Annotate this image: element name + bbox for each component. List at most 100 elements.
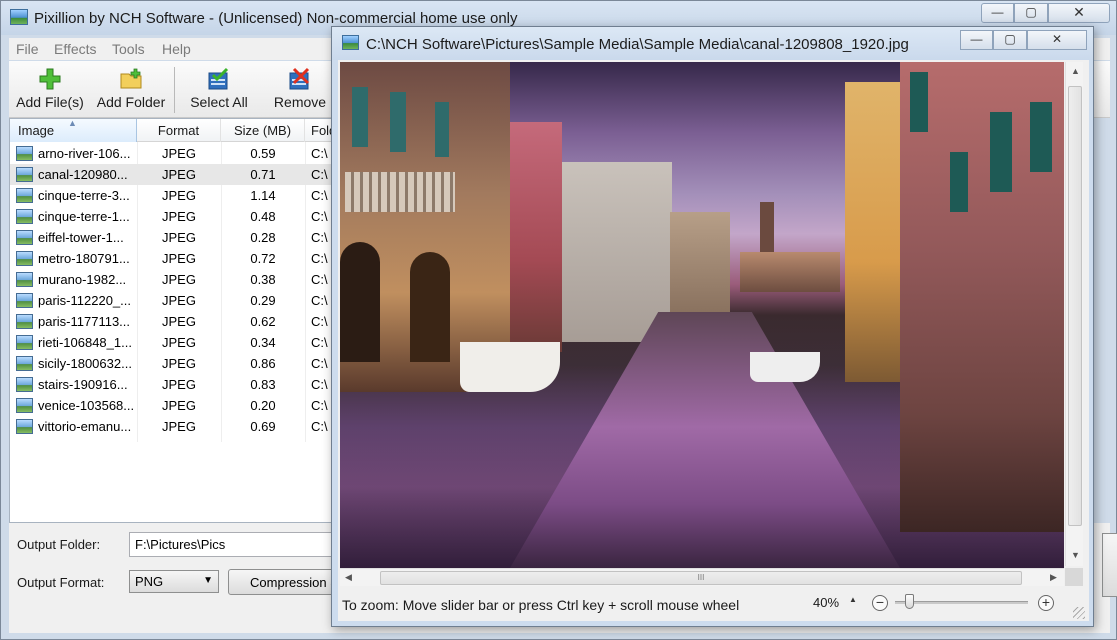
file-format: JPEG xyxy=(162,188,196,203)
menu-help[interactable]: Help xyxy=(162,41,191,57)
file-format: JPEG xyxy=(162,146,196,161)
file-size: 0.34 xyxy=(250,335,276,350)
file-format: JPEG xyxy=(162,251,196,266)
output-format-value: PNG xyxy=(135,574,164,589)
close-button[interactable]: ✕ xyxy=(1048,3,1110,23)
image-file-icon xyxy=(16,377,33,392)
compression-settings-button[interactable]: Compression S xyxy=(228,569,343,595)
toolbar-separator xyxy=(174,67,175,113)
image-file-icon xyxy=(342,35,359,50)
file-name: cinque-terre-1... xyxy=(38,209,130,224)
image-file-icon xyxy=(16,356,33,371)
image-file-icon xyxy=(16,272,33,287)
vertical-scrollbar[interactable]: ▲ ▼ xyxy=(1065,62,1083,566)
menu-effects[interactable]: Effects xyxy=(54,41,97,57)
file-format: JPEG xyxy=(162,335,196,350)
add-files-label: Add File(s) xyxy=(16,94,84,110)
zoom-in-button[interactable]: + xyxy=(1038,595,1054,611)
chevron-down-icon: ▼ xyxy=(203,575,213,586)
scroll-up-icon[interactable]: ▲ xyxy=(1071,66,1080,76)
add-folder-button[interactable]: Add Folder xyxy=(92,61,170,118)
add-files-button[interactable]: Add File(s) xyxy=(12,61,88,118)
scroll-right-icon[interactable]: ▶ xyxy=(1050,572,1057,583)
table-row[interactable]: paris-112220_... JPEG 0.29 C:\ xyxy=(10,290,340,311)
add-folder-label: Add Folder xyxy=(96,94,166,110)
table-row[interactable]: murano-1982... JPEG 0.38 C:\ xyxy=(10,269,340,290)
image-file-icon xyxy=(16,167,33,182)
file-size: 0.29 xyxy=(250,293,276,308)
table-row[interactable]: metro-180791... JPEG 0.72 C:\ xyxy=(10,248,340,269)
table-row[interactable]: eiffel-tower-1... JPEG 0.28 C:\ xyxy=(10,227,340,248)
table-row[interactable]: rieti-106848_1... JPEG 0.34 C:\ xyxy=(10,332,340,353)
file-format: JPEG xyxy=(162,419,196,434)
horizontal-scroll-thumb[interactable]: III xyxy=(380,571,1022,585)
scroll-left-icon[interactable]: ◀ xyxy=(345,572,352,583)
preview-title: C:\NCH Software\Pictures\Sample Media\Sa… xyxy=(366,36,909,53)
preview-minimize-button[interactable]: — xyxy=(960,30,993,50)
table-row[interactable]: cinque-terre-1... JPEG 0.48 C:\ xyxy=(10,206,340,227)
file-name: eiffel-tower-1... xyxy=(38,230,124,245)
menu-tools[interactable]: Tools xyxy=(112,41,145,57)
zoom-slider-track[interactable] xyxy=(895,601,1028,604)
file-size: 0.38 xyxy=(250,272,276,287)
canal-photo[interactable] xyxy=(340,62,1064,568)
file-name: cinque-terre-3... xyxy=(38,188,130,203)
file-format: JPEG xyxy=(162,398,196,413)
image-file-icon xyxy=(16,251,33,266)
preview-titlebar[interactable]: C:\NCH Software\Pictures\Sample Media\Sa… xyxy=(332,27,1093,60)
file-format: JPEG xyxy=(162,272,196,287)
image-file-icon xyxy=(16,314,33,329)
image-file-icon xyxy=(16,146,33,161)
image-file-icon xyxy=(16,419,33,434)
table-row[interactable]: canal-120980... JPEG 0.71 C:\ xyxy=(10,164,340,185)
scrollbar-corner xyxy=(1065,568,1083,586)
column-header-image-label: Image xyxy=(18,123,55,138)
convert-button-edge[interactable] xyxy=(1102,533,1117,597)
file-name: paris-112220_... xyxy=(38,293,131,308)
column-header-image[interactable]: ▲ Image xyxy=(10,118,137,142)
file-name: vittorio-emanu... xyxy=(38,419,132,434)
preview-maximize-button[interactable]: ▢ xyxy=(993,30,1027,50)
zoom-spin-up-icon[interactable]: ▲ xyxy=(849,595,857,604)
plus-icon xyxy=(39,68,61,90)
file-size: 0.28 xyxy=(250,230,276,245)
file-name: arno-river-106... xyxy=(38,146,131,161)
sort-ascending-icon: ▲ xyxy=(68,118,77,128)
file-size: 0.83 xyxy=(250,377,276,392)
table-row[interactable]: arno-river-106... JPEG 0.59 C:\ xyxy=(10,143,340,164)
image-file-icon xyxy=(16,188,33,203)
vertical-scroll-thumb[interactable] xyxy=(1068,86,1082,526)
output-format-select[interactable]: PNG ▼ xyxy=(129,570,219,593)
column-header-format[interactable]: Format xyxy=(137,119,221,142)
output-folder-input[interactable]: F:\Pictures\Pics xyxy=(129,532,339,557)
image-file-icon xyxy=(16,209,33,224)
file-format: JPEG xyxy=(162,230,196,245)
horizontal-scrollbar[interactable]: ◀ III ▶ xyxy=(340,568,1064,586)
table-row[interactable]: sicily-1800632... JPEG 0.86 C:\ xyxy=(10,353,340,374)
file-size: 0.62 xyxy=(250,314,276,329)
minimize-button[interactable]: — xyxy=(981,3,1014,23)
zoom-out-button[interactable]: − xyxy=(872,595,888,611)
table-row[interactable]: cinque-terre-3... JPEG 1.14 C:\ xyxy=(10,185,340,206)
preview-client: ▲ ▼ ◀ III ▶ To zoom: Move slider bar or … xyxy=(338,60,1089,621)
preview-close-button[interactable]: ✕ xyxy=(1027,30,1087,50)
resize-grip[interactable] xyxy=(1073,607,1085,619)
zoom-slider-thumb[interactable] xyxy=(905,594,914,609)
menu-file[interactable]: File xyxy=(16,41,39,57)
file-format: JPEG xyxy=(162,209,196,224)
remove-button[interactable]: Remove xyxy=(265,61,335,118)
table-row[interactable]: venice-103568... JPEG 0.20 C:\ xyxy=(10,395,340,416)
select-all-button[interactable]: Select All xyxy=(181,61,257,118)
table-row[interactable]: stairs-190916... JPEG 0.83 C:\ xyxy=(10,374,340,395)
list-header: ▲ Image Format Size (MB) Fold xyxy=(10,118,345,142)
file-name: canal-120980... xyxy=(38,167,128,182)
column-header-size[interactable]: Size (MB) xyxy=(221,119,305,142)
scroll-down-icon[interactable]: ▼ xyxy=(1071,550,1080,560)
maximize-button[interactable]: ▢ xyxy=(1014,3,1048,23)
image-file-icon xyxy=(16,398,33,413)
table-row[interactable]: vittorio-emanu... JPEG 0.69 C:\ xyxy=(10,416,340,437)
folder-plus-icon xyxy=(120,68,142,89)
file-name: sicily-1800632... xyxy=(38,356,132,371)
file-list[interactable]: ▲ Image Format Size (MB) Fold arno-river… xyxy=(9,118,345,523)
table-row[interactable]: paris-1177113... JPEG 0.62 C:\ xyxy=(10,311,340,332)
